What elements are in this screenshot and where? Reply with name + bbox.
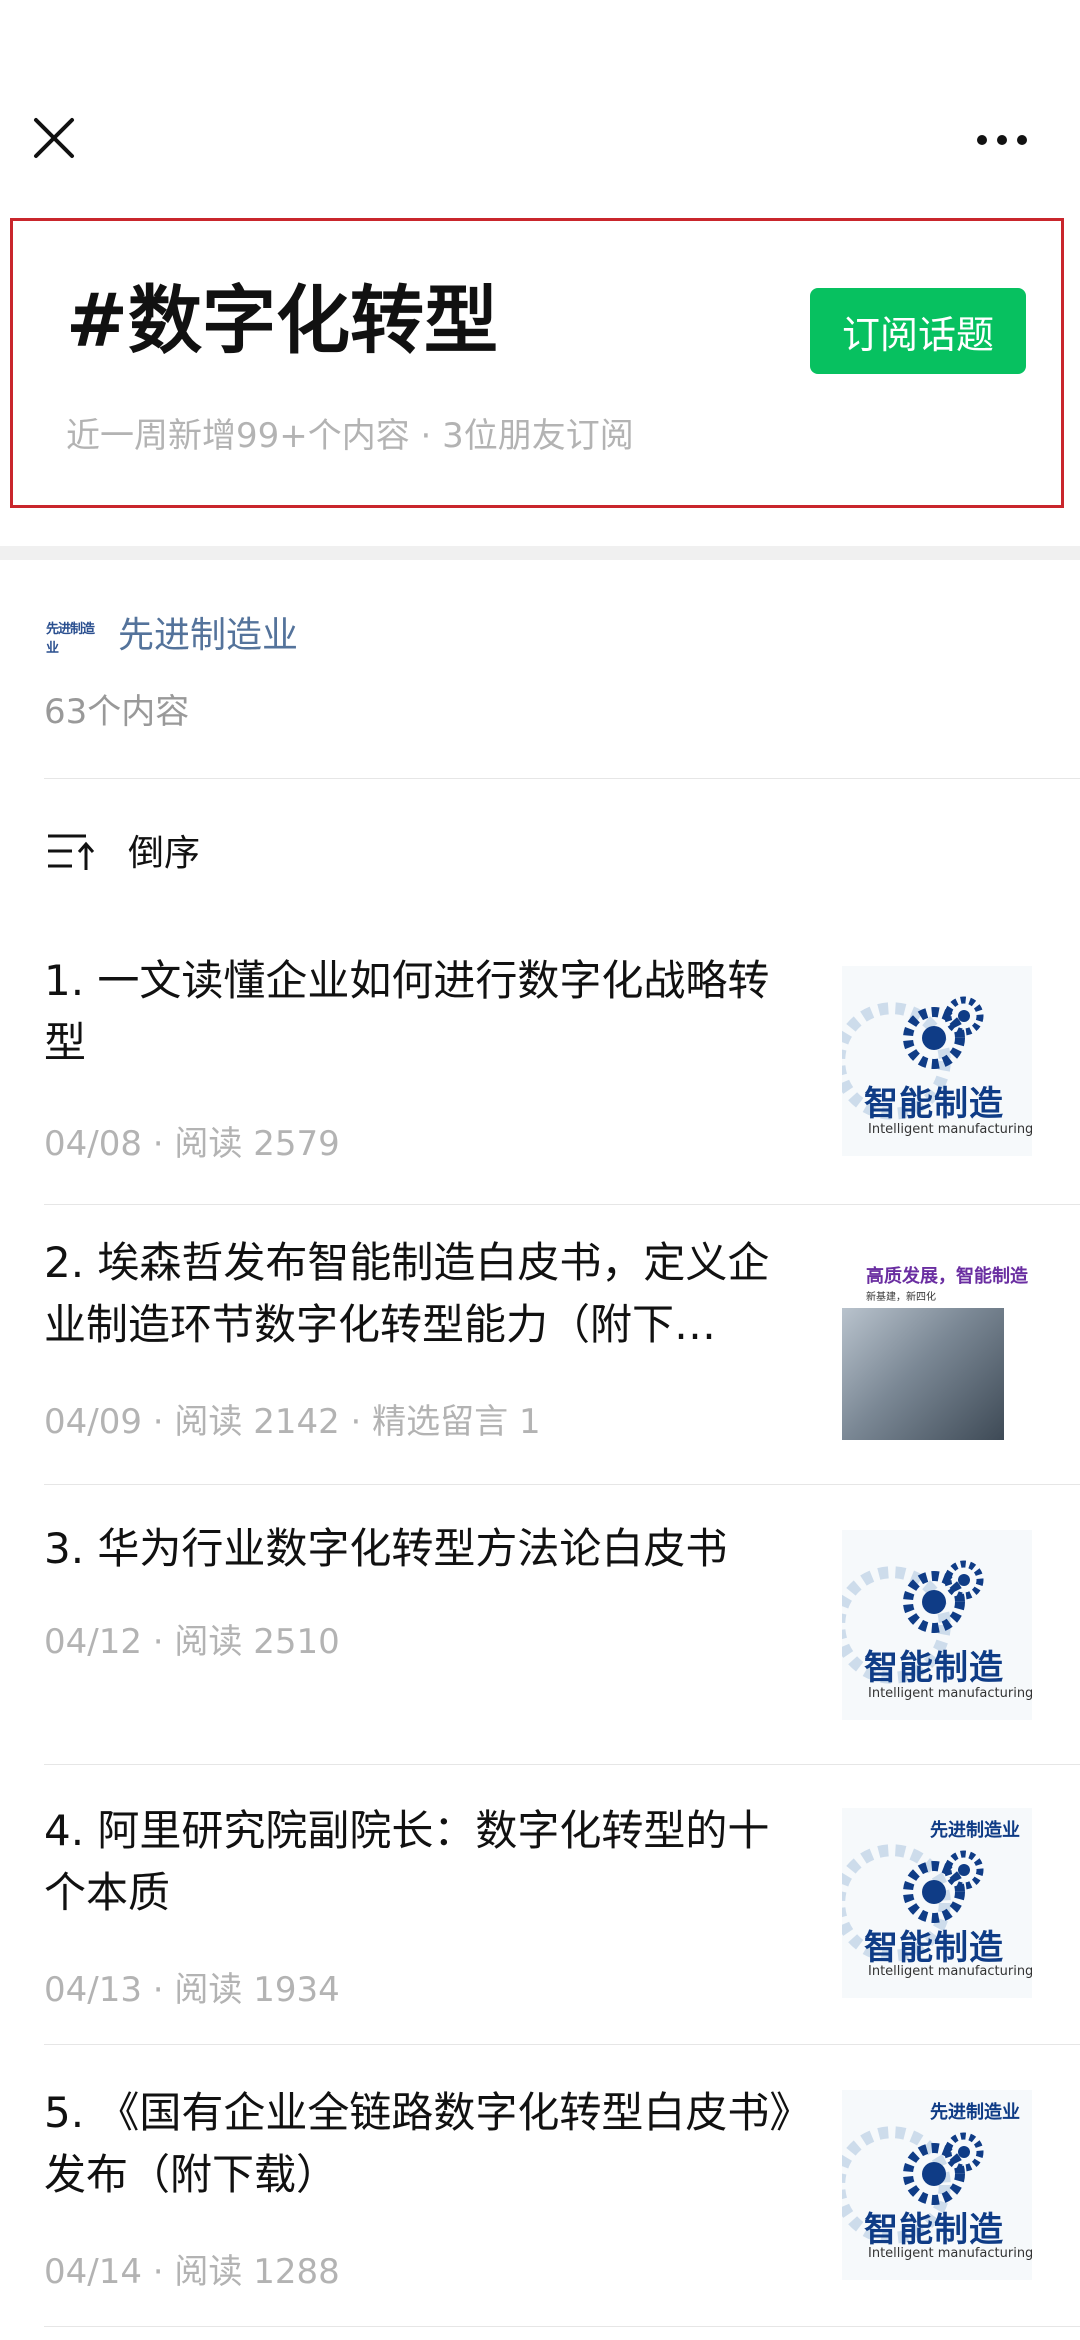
thumb-cn-text: 智能制造 bbox=[864, 1928, 1004, 1968]
thumb-cn-text: 智能制造 bbox=[864, 2210, 1004, 2250]
article-thumbnail: 先进制造业 智能制造 Intelligent manufacturing bbox=[842, 1808, 1032, 1998]
thumb-photo-title: 高质发展，智能制造 bbox=[866, 1266, 1028, 1287]
gear-icon bbox=[903, 1560, 984, 1633]
topic-header: #数字化转型 订阅话题 近一周新增99+个内容 · 3位朋友订阅 bbox=[0, 206, 1080, 546]
thumb-brand-text: 先进制造业 bbox=[930, 1820, 1020, 1841]
source-logo-text: 先进制造业 bbox=[46, 622, 95, 656]
divider bbox=[44, 2326, 1080, 2327]
thumb-en-text: Intelligent manufacturing bbox=[868, 1686, 1032, 1701]
topic-meta: 近一周新增99+个内容 · 3位朋友订阅 bbox=[66, 416, 634, 456]
article-meta: 04/14 · 阅读 1288 bbox=[44, 2252, 340, 2292]
divider bbox=[44, 1484, 1080, 1485]
topic-title: #数字化转型 bbox=[66, 278, 499, 364]
article-title: 4. 阿里研究院副院长：数字化转型的十个本质 bbox=[44, 1806, 770, 1917]
article-item[interactable]: 1. 一文读懂企业如何进行数字化战略转型 04/08 · 阅读 2579 智能制… bbox=[0, 950, 1080, 1200]
divider bbox=[44, 1764, 1080, 1765]
section-separator bbox=[0, 546, 1080, 560]
article-meta: 04/08 · 阅读 2579 bbox=[44, 1124, 340, 1164]
article-meta: 04/13 · 阅读 1934 bbox=[44, 1970, 340, 2010]
thumb-en-text: Intelligent manufacturing bbox=[868, 1122, 1032, 1137]
article-item[interactable]: 4. 阿里研究院副院长：数字化转型的十个本质 04/13 · 阅读 1934 先… bbox=[0, 1800, 1080, 2050]
article-thumbnail: 高质发展，智能制造 新基建，新四化 bbox=[842, 1258, 1032, 1448]
source-name[interactable]: 先进制造业 bbox=[118, 606, 298, 658]
source-account[interactable]: 先进制造业 先进制造业 63个内容 bbox=[0, 560, 1080, 780]
article-thumbnail: 智能制造 Intelligent manufacturing bbox=[842, 1530, 1032, 1720]
article-meta: 04/12 · 阅读 2510 bbox=[44, 1622, 340, 1662]
divider bbox=[44, 778, 1080, 779]
sort-desc-icon bbox=[48, 834, 95, 870]
article-item[interactable]: 3. 华为行业数字化转型方法论白皮书 04/12 · 阅读 2510 智能制造 … bbox=[0, 1518, 1080, 1768]
thumb-en-text: Intelligent manufacturing bbox=[868, 2246, 1032, 2261]
thumb-photo-subtitle: 新基建，新四化 bbox=[866, 1292, 936, 1303]
gear-icon bbox=[903, 996, 984, 1069]
article-item[interactable]: 5. 《国有企业全链路数字化转型白皮书》发布（附下载） 04/14 · 阅读 1… bbox=[0, 2082, 1080, 2332]
thumb-photo-image bbox=[842, 1308, 1004, 1440]
article-title: 5. 《国有企业全链路数字化转型白皮书》发布（附下载） bbox=[44, 2088, 791, 2199]
article-thumbnail: 智能制造 Intelligent manufacturing bbox=[842, 966, 1032, 1156]
article-title: 3. 华为行业数字化转型方法论白皮书 bbox=[44, 1524, 728, 1573]
thumb-cn-text: 智能制造 bbox=[864, 1084, 1004, 1124]
top-bar bbox=[0, 0, 1080, 207]
article-thumbnail: 先进制造业 智能制造 Intelligent manufacturing bbox=[842, 2090, 1032, 2280]
divider bbox=[44, 1204, 1080, 1205]
close-icon[interactable] bbox=[28, 112, 80, 164]
sort-toggle[interactable]: 倒序 bbox=[0, 800, 1080, 900]
article-meta: 04/09 · 阅读 2142 · 精选留言 1 bbox=[44, 1402, 541, 1442]
sort-label: 倒序 bbox=[128, 833, 201, 874]
article-item[interactable]: 2. 埃森哲发布智能制造白皮书，定义企业制造环节数字化转型能力（附下… 04/0… bbox=[0, 1232, 1080, 1482]
subscribe-topic-button[interactable]: 订阅话题 bbox=[810, 288, 1026, 374]
thumb-brand-text: 先进制造业 bbox=[930, 2102, 1020, 2123]
article-title: 2. 埃森哲发布智能制造白皮书，定义企业制造环节数字化转型能力（附下… bbox=[44, 1238, 770, 1349]
source-logo: 先进制造业 bbox=[46, 618, 95, 658]
source-content-count: 63个内容 bbox=[44, 692, 190, 732]
thumb-cn-text: 智能制造 bbox=[864, 1648, 1004, 1688]
article-title: 1. 一文读懂企业如何进行数字化战略转型 bbox=[44, 956, 770, 1067]
more-icon[interactable] bbox=[972, 122, 1032, 158]
divider bbox=[44, 2044, 1080, 2045]
thumb-en-text: Intelligent manufacturing bbox=[868, 1964, 1032, 1979]
